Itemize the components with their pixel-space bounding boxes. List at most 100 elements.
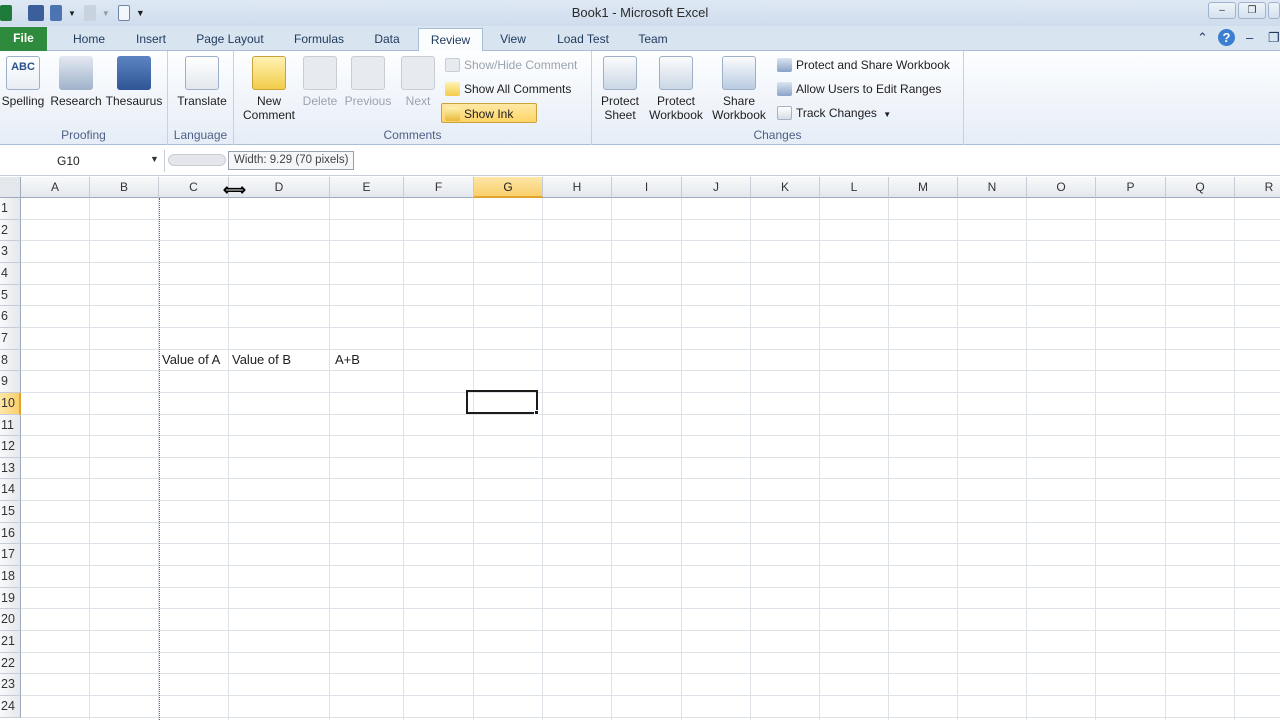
column-header-n[interactable]: N [958,177,1027,198]
row-header-15[interactable]: 15 [0,501,21,523]
row-header-12[interactable]: 12 [0,436,21,458]
column-header-h[interactable]: H [543,177,612,198]
row-header-10[interactable]: 10 [0,393,21,415]
row-header-13[interactable]: 13 [0,458,21,479]
allow-users-edit-ranges-button[interactable]: Allow Users to Edit Ranges [774,79,941,99]
row-header-9[interactable]: 9 [0,371,21,393]
row-header-6[interactable]: 6 [0,306,21,328]
column-header-b[interactable]: B [90,177,159,198]
gridline-horizontal [21,673,1280,674]
name-box-dropdown-icon[interactable]: ▼ [150,154,159,164]
cell-e8[interactable]: A+B [335,349,397,370]
row-header-22[interactable]: 22 [0,653,21,674]
column-header-r[interactable]: R [1235,177,1280,198]
thesaurus-button[interactable]: Thesaurus [104,56,164,108]
column-header-q[interactable]: Q [1166,177,1235,198]
worksheet-grid[interactable]: ABCDEFGHIJKLMNOPQR 1 2 3 4 5 6 7 8 9 10 11 12 13 14 15… [0,177,1280,720]
tab-page-layout[interactable]: Page Layout [186,28,274,51]
new-comment-icon [252,56,286,90]
column-header-o[interactable]: O [1027,177,1096,198]
row-header-23[interactable]: 23 [0,674,21,696]
column-header-m[interactable]: M [889,177,958,198]
row-header-3[interactable]: 3 [0,241,21,263]
next-comment-icon [401,56,435,90]
gridline-vertical [473,198,474,720]
column-header-e[interactable]: E [330,177,404,198]
tab-home[interactable]: Home [62,28,116,51]
select-all-corner[interactable] [0,177,21,198]
row-header-8[interactable]: 8 [0,350,21,371]
column-header-a[interactable]: A [21,177,90,198]
tab-data[interactable]: Data [364,28,410,51]
show-all-comments-button[interactable]: Show All Comments [442,79,571,99]
gridline-vertical [89,198,90,720]
show-ink-button[interactable]: Show Ink [441,103,537,123]
tab-formulas[interactable]: Formulas [284,28,354,51]
column-header-i[interactable]: I [612,177,682,198]
protect-and-share-workbook-button[interactable]: Protect and Share Workbook [774,55,950,75]
translate-button[interactable]: Translate [174,56,230,108]
tab-file[interactable]: File [0,27,47,51]
row-header-1[interactable]: 1 [0,198,21,220]
row-header-17[interactable]: 17 [0,544,21,566]
gridline-vertical [1095,198,1096,720]
restore-icon[interactable]: ❐ [1238,2,1266,19]
row-header-24[interactable]: 24 [0,696,21,718]
row-header-4[interactable]: 4 [0,263,21,285]
delete-comment-button[interactable]: Delete [298,56,342,108]
formula-bar-resize-handle[interactable] [168,154,226,166]
next-comment-button[interactable]: Next [396,56,440,108]
tab-team[interactable]: Team [628,28,678,51]
share-workbook-button[interactable]: Share Workbook [708,56,770,122]
protect-workbook-button[interactable]: Protect Workbook [644,56,708,122]
research-button[interactable]: Research [48,56,104,108]
minimize-icon[interactable]: – [1208,2,1236,19]
protect-sheet-button[interactable]: Protect Sheet [594,56,646,122]
cell-c8[interactable]: Value of A [162,349,229,370]
tab-insert[interactable]: Insert [124,28,178,51]
collapse-ribbon-icon[interactable]: ⌃ [1197,30,1208,46]
show-hide-comment-button[interactable]: Show/Hide Comment [442,55,577,75]
tab-view[interactable]: View [490,28,536,51]
active-cell-g10[interactable] [466,390,538,414]
row-header-5[interactable]: 5 [0,285,21,306]
column-header-c[interactable]: C [159,177,229,198]
minimize-workbook-icon[interactable]: – [1246,30,1253,45]
column-header-p[interactable]: P [1096,177,1166,198]
name-box[interactable]: G10 ▼ [0,150,165,172]
row-header-21[interactable]: 21 [0,631,21,653]
row-header-14[interactable]: 14 [0,479,21,501]
row-header-11[interactable]: 11 [0,415,21,436]
gridline-horizontal [21,370,1280,371]
protect-workbook-icon [659,56,693,90]
row-header-2[interactable]: 2 [0,220,21,241]
gridline-vertical [1234,198,1235,720]
new-comment-button[interactable]: New Comment [238,56,300,122]
track-changes-button[interactable]: Track Changes ▼ [774,103,891,123]
cell-d8[interactable]: Value of B [232,349,328,370]
row-header-18[interactable]: 18 [0,566,21,588]
column-header-j[interactable]: J [682,177,751,198]
row-header-7[interactable]: 7 [0,328,21,350]
tab-load-test[interactable]: Load Test [548,28,618,51]
column-header-l[interactable]: L [820,177,889,198]
help-icon[interactable]: ? [1218,29,1235,46]
group-label-changes: Changes [753,128,802,142]
gridline-horizontal [21,652,1280,653]
spelling-button[interactable]: ABC Spelling [0,56,46,108]
name-box-value: G10 [57,154,80,168]
tab-review[interactable]: Review [418,28,483,53]
column-header-f[interactable]: F [404,177,474,198]
fill-handle[interactable] [534,410,539,415]
track-changes-dropdown-icon[interactable]: ▼ [883,110,891,119]
row-header-19[interactable]: 19 [0,588,21,609]
close-icon[interactable] [1268,2,1280,19]
restore-workbook-icon[interactable]: ❐ [1268,30,1280,46]
gridline-horizontal [21,457,1280,458]
previous-comment-button[interactable]: Previous [342,56,394,108]
column-header-g[interactable]: G [474,177,543,198]
row-header-20[interactable]: 20 [0,609,21,631]
row-header-16[interactable]: 16 [0,523,21,544]
group-comments: New Comment Delete Previous Next Show/Hi… [234,51,592,145]
column-header-k[interactable]: K [751,177,820,198]
